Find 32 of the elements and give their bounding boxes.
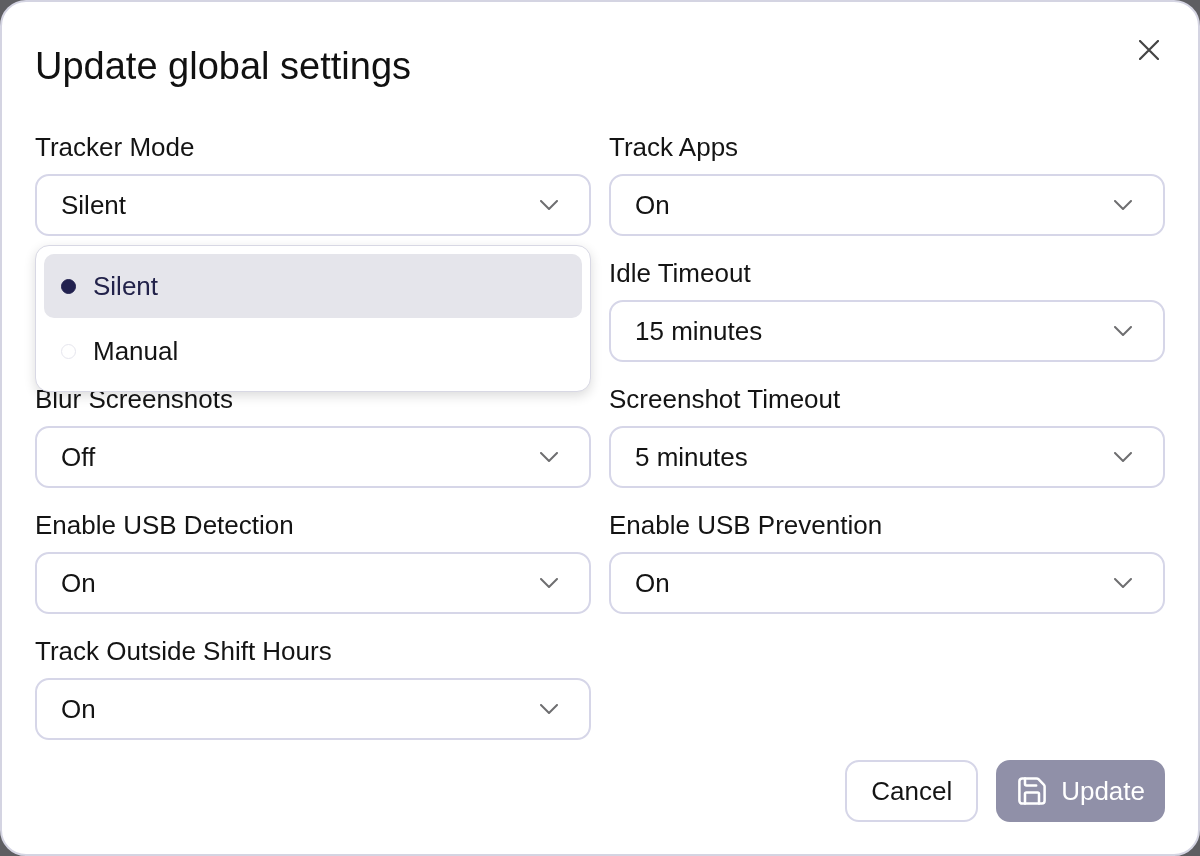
close-button[interactable]: [1139, 40, 1159, 60]
chevron-down-icon: [1114, 578, 1132, 588]
dot-icon: [61, 278, 76, 294]
field-label: Enable USB Detection: [35, 510, 295, 540]
field-label: Track Outside Shift Hours: [35, 636, 333, 666]
select-field[interactable]: On: [35, 552, 591, 614]
cancel-button[interactable]: Cancel: [845, 760, 979, 822]
menu-option[interactable]: Silent: [44, 254, 582, 318]
field-label: Track Apps: [609, 132, 740, 162]
field-label: Idle Timeout: [609, 258, 752, 288]
field-label: Tracker Mode: [35, 132, 196, 162]
select-field[interactable]: 5 minutes: [609, 426, 1165, 488]
chevron-down-icon: [1114, 200, 1132, 210]
field-label: Blur Screenshots: [35, 384, 234, 414]
select-field[interactable]: Off: [35, 426, 591, 488]
select-field[interactable]: On: [609, 552, 1165, 614]
select-field[interactable]: 15 minutes: [609, 300, 1165, 362]
chevron-down-icon: [540, 704, 558, 714]
chevron-down-icon: [540, 452, 558, 462]
dialog-title: Update global settings: [35, 44, 412, 89]
chevron-down-icon: [1114, 326, 1132, 336]
field-label: Enable USB Prevention: [609, 510, 884, 540]
select-field[interactable]: On: [609, 174, 1165, 236]
save-icon: [1018, 777, 1047, 805]
chevron-down-icon: [1114, 452, 1132, 462]
close-icon: [1139, 40, 1159, 60]
chevron-down-icon: [540, 200, 558, 210]
field-label: Screenshot Timeout: [609, 384, 842, 414]
chevron-down-icon: [540, 578, 558, 588]
select-field[interactable]: Silent: [35, 174, 591, 236]
select-field[interactable]: On: [35, 678, 591, 740]
menu-option[interactable]: Manual: [44, 319, 582, 383]
